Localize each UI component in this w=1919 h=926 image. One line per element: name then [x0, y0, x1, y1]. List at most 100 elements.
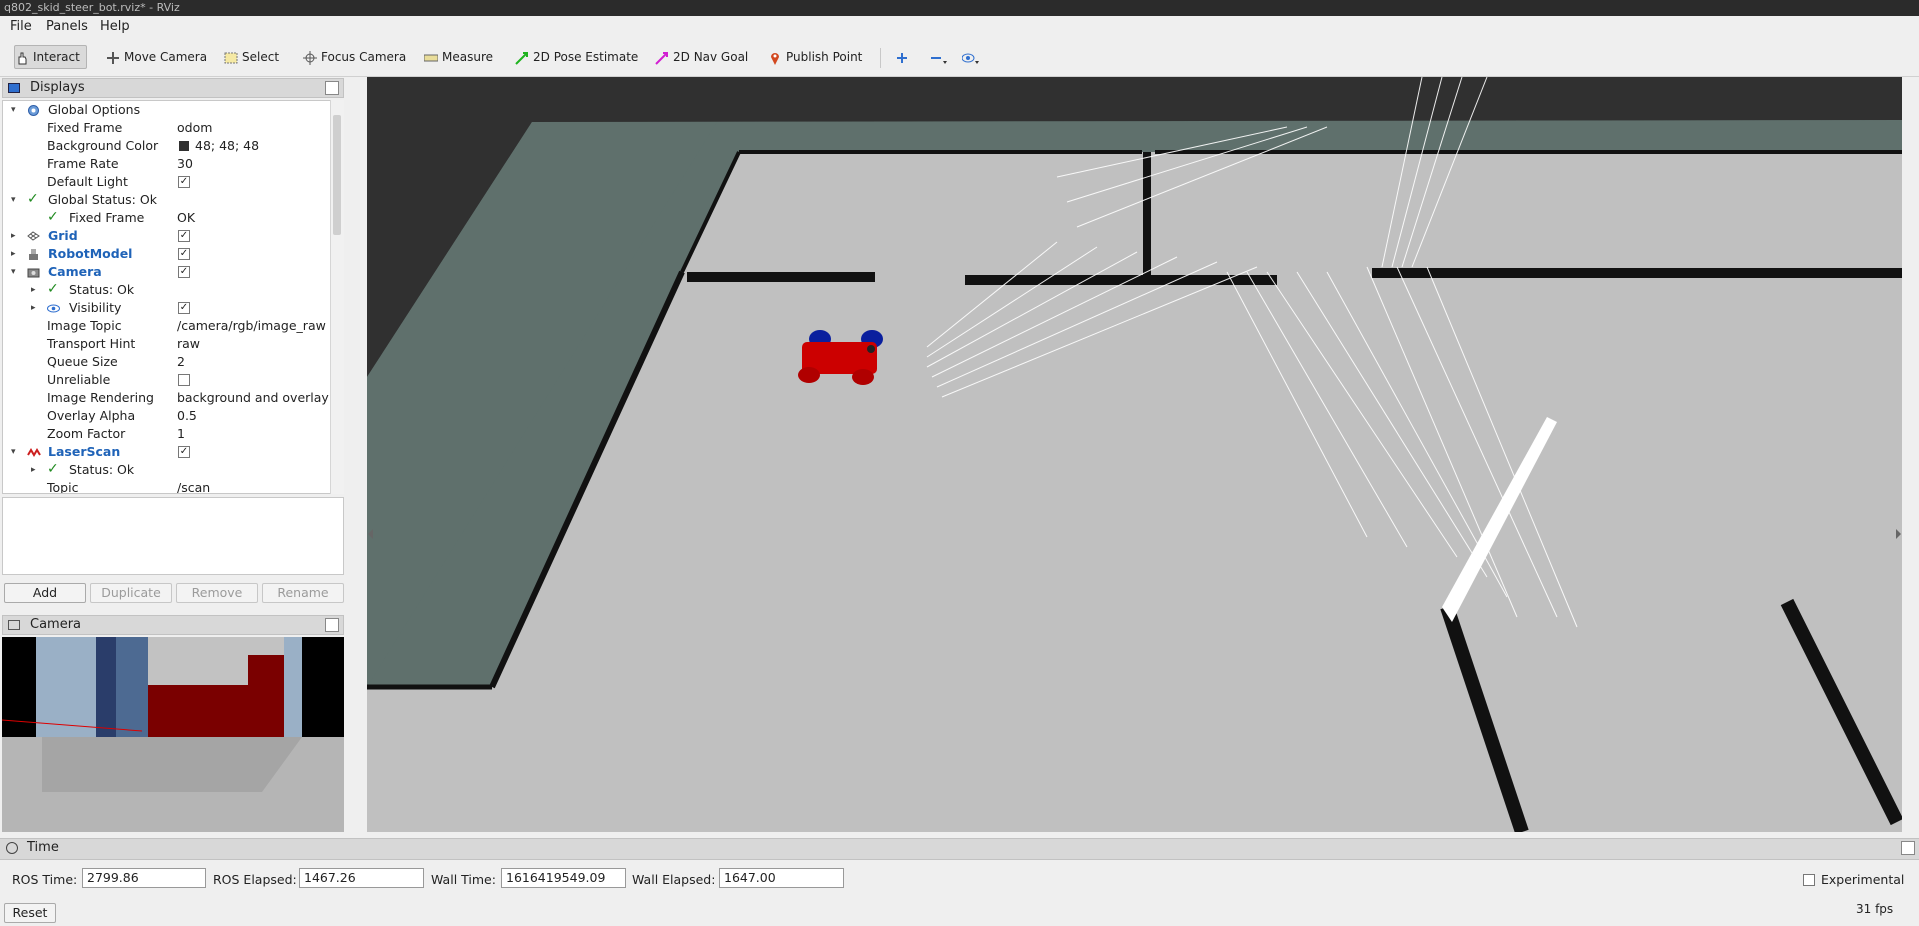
ros-time-field[interactable]: 2799.86	[82, 868, 206, 888]
camera-panel-title: Camera	[30, 617, 82, 632]
tree-row-camera-status[interactable]: ▸ ✓ Status: Ok	[3, 281, 331, 299]
green-arrow-icon	[515, 50, 529, 65]
experimental-label: Experimental	[1821, 872, 1905, 887]
eye-icon	[961, 50, 979, 64]
color-swatch[interactable]	[179, 141, 189, 151]
collapse-arrow-icon[interactable]: ▸	[31, 461, 41, 479]
remove-button[interactable]: Remove	[176, 583, 258, 603]
remove-tool-button[interactable]	[929, 46, 947, 68]
camera-image-view	[2, 637, 344, 832]
select-tool-button[interactable]: Select	[224, 46, 279, 68]
tree-row-global-options[interactable]: ▾ Global Options	[3, 101, 331, 119]
focus-camera-tool-button[interactable]: Focus Camera	[303, 46, 406, 68]
experimental-checkbox[interactable]	[1803, 874, 1815, 886]
monitor-icon	[8, 83, 20, 93]
right-collapse-handle[interactable]	[1896, 529, 1901, 539]
camera-checkbox[interactable]: ✓	[178, 266, 190, 278]
left-collapse-handle[interactable]	[368, 529, 373, 539]
fps-indicator: 31 fps	[1856, 902, 1894, 916]
clock-icon	[6, 842, 18, 854]
add-tool-button[interactable]	[895, 46, 909, 68]
tree-row-fixed-frame[interactable]: Fixed Frame odom	[3, 119, 331, 137]
wall-time-label: Wall Time:	[431, 872, 496, 887]
tree-row-topic[interactable]: Topic /scan	[3, 479, 331, 493]
collapse-arrow-icon[interactable]: ▸	[31, 281, 41, 299]
tree-row-image-rendering[interactable]: Image Rendering background and overlay	[3, 389, 331, 407]
move-camera-icon	[106, 50, 120, 64]
tree-row-queue-size[interactable]: Queue Size 2	[3, 353, 331, 371]
tree-row-grid[interactable]: ▸ Grid ✓	[3, 227, 331, 245]
3d-render-viewport[interactable]	[367, 77, 1902, 832]
time-panel-header: Time	[0, 838, 1919, 860]
tree-row-transport-hint[interactable]: Transport Hint raw	[3, 335, 331, 353]
plus-icon	[895, 50, 909, 64]
map-pin-icon	[768, 50, 782, 65]
wall-elapsed-field[interactable]: 1647.00	[719, 868, 844, 888]
menu-file[interactable]: File	[10, 19, 32, 34]
collapse-arrow-icon[interactable]: ▸	[11, 245, 21, 263]
scene-render	[367, 77, 1902, 832]
checkmark-icon: ✓	[27, 191, 39, 207]
move-camera-tool-button[interactable]: Move Camera	[106, 46, 207, 68]
unreliable-checkbox[interactable]	[178, 374, 190, 386]
tree-scrollbar-thumb[interactable]	[333, 115, 341, 235]
toolbar-separator	[880, 48, 881, 68]
tree-row-default-light[interactable]: Default Light ✓	[3, 173, 331, 191]
tree-row-zoom-factor[interactable]: Zoom Factor 1	[3, 425, 331, 443]
tree-row-robot-model[interactable]: ▸ RobotModel ✓	[3, 245, 331, 263]
tree-row-visibility[interactable]: ▸ Visibility ✓	[3, 299, 331, 317]
tree-row-status-fixed-frame[interactable]: ✓ Fixed Frame OK	[3, 209, 331, 227]
grid-checkbox[interactable]: ✓	[178, 230, 190, 242]
tree-row-unreliable[interactable]: Unreliable	[3, 371, 331, 389]
displays-panel-header: Displays	[2, 78, 344, 98]
menu-panels[interactable]: Panels	[46, 19, 88, 34]
toolbar: Interact Move Camera Select Focus Camera…	[0, 38, 1919, 77]
wall-time-field[interactable]: 1616419549.09	[501, 868, 626, 888]
select-box-icon	[224, 50, 238, 64]
laser-scan-checkbox[interactable]: ✓	[178, 446, 190, 458]
tree-row-frame-rate[interactable]: Frame Rate 30	[3, 155, 331, 173]
camera-panel-header: Camera	[2, 615, 344, 635]
panel-float-button[interactable]	[325, 618, 339, 632]
default-light-checkbox[interactable]: ✓	[178, 176, 190, 188]
collapse-arrow-icon[interactable]: ▸	[31, 299, 41, 317]
wall-elapsed-label: Wall Elapsed:	[632, 872, 716, 887]
measure-tool-button[interactable]: Measure	[423, 46, 493, 68]
interact-tool-button[interactable]: Interact	[14, 45, 87, 69]
menu-help[interactable]: Help	[100, 19, 130, 34]
displays-tree[interactable]: ▾ Global Options Fixed Frame odom Backgr…	[2, 100, 344, 494]
tree-row-laser-status[interactable]: ▸ ✓ Status: Ok	[3, 461, 331, 479]
hand-pointer-icon	[15, 50, 29, 65]
gear-icon	[27, 104, 40, 117]
expand-arrow-icon[interactable]: ▾	[11, 101, 21, 119]
tree-row-overlay-alpha[interactable]: Overlay Alpha 0.5	[3, 407, 331, 425]
ruler-icon	[423, 50, 439, 64]
tree-row-camera[interactable]: ▾ Camera ✓	[3, 263, 331, 281]
magenta-arrow-icon	[655, 50, 669, 65]
grid-icon	[27, 230, 40, 243]
expand-arrow-icon[interactable]: ▾	[11, 443, 21, 461]
robot-model-checkbox[interactable]: ✓	[178, 248, 190, 260]
tree-row-global-status[interactable]: ▾ ✓ Global Status: Ok	[3, 191, 331, 209]
panel-float-button[interactable]	[325, 81, 339, 95]
tree-row-laser-scan[interactable]: ▾ LaserScan ✓	[3, 443, 331, 461]
view-tool-button[interactable]	[961, 46, 980, 68]
ros-elapsed-label: ROS Elapsed:	[213, 872, 297, 887]
ros-elapsed-field[interactable]: 1467.26	[299, 868, 424, 888]
nav-goal-tool-button[interactable]: 2D Nav Goal	[655, 46, 748, 68]
rename-button[interactable]: Rename	[262, 583, 344, 603]
expand-arrow-icon[interactable]: ▾	[11, 191, 21, 209]
expand-arrow-icon[interactable]: ▾	[11, 263, 21, 281]
reset-button[interactable]: Reset	[4, 903, 56, 923]
camera-image	[2, 637, 344, 832]
laser-scan-icon	[27, 446, 41, 459]
collapse-arrow-icon[interactable]: ▸	[11, 227, 21, 245]
visibility-checkbox[interactable]: ✓	[178, 302, 190, 314]
publish-point-tool-button[interactable]: Publish Point	[768, 46, 862, 68]
panel-float-button[interactable]	[1901, 841, 1915, 855]
pose-estimate-tool-button[interactable]: 2D Pose Estimate	[515, 46, 638, 68]
tree-row-image-topic[interactable]: Image Topic /camera/rgb/image_raw	[3, 317, 331, 335]
tree-row-background-color[interactable]: Background Color 48; 48; 48	[3, 137, 331, 155]
add-button[interactable]: Add	[4, 583, 86, 603]
duplicate-button[interactable]: Duplicate	[90, 583, 172, 603]
